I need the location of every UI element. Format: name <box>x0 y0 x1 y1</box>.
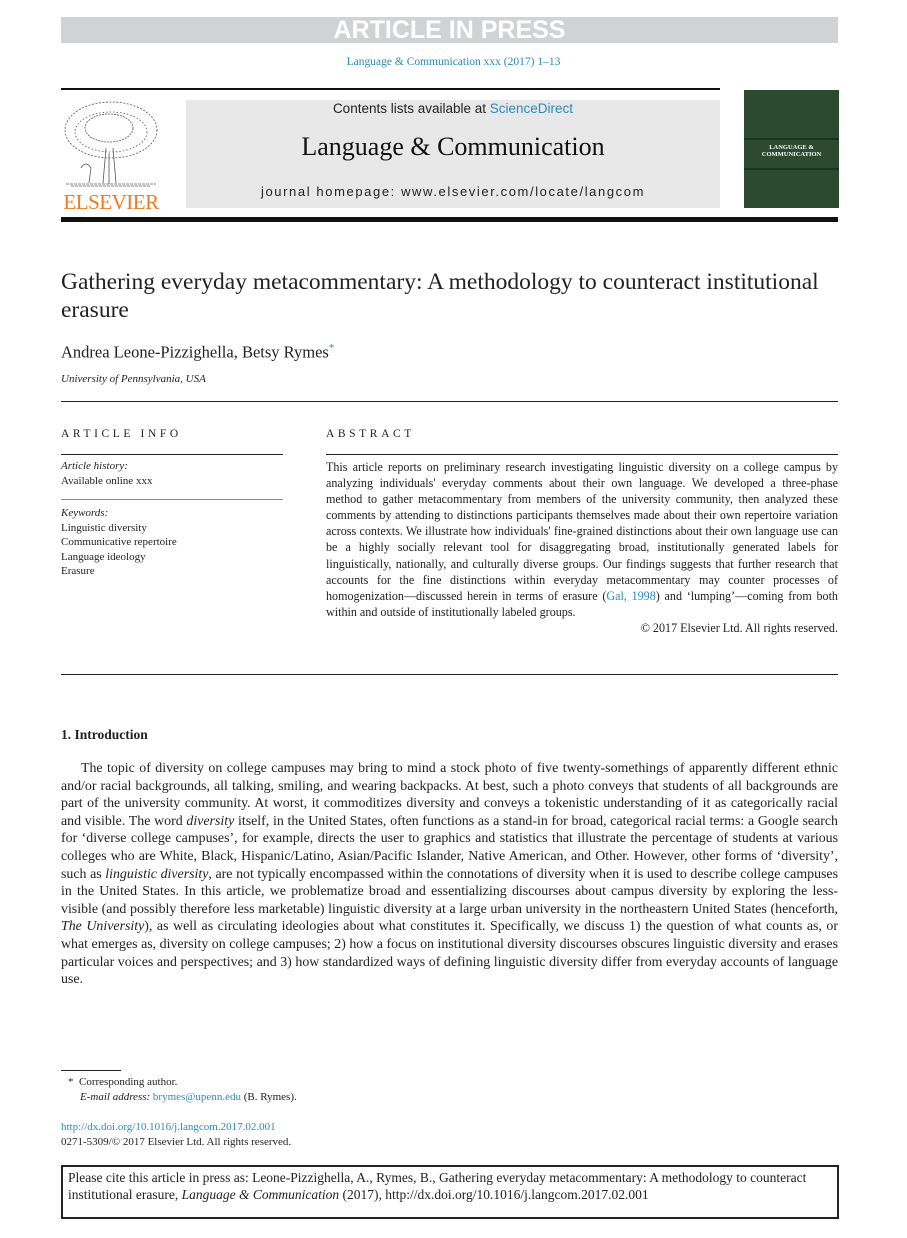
journal-cover-image: LANGUAGE & COMMUNICATION <box>744 90 839 208</box>
authors: Andrea Leone-Pizzighella, Betsy Rymes* <box>61 342 334 363</box>
doi-block: http://dx.doi.org/10.1016/j.langcom.2017… <box>61 1120 291 1150</box>
contents-line: Contents lists available at ScienceDirec… <box>186 101 720 116</box>
email-suffix: (B. Rymes). <box>243 1091 297 1103</box>
article-in-press-banner: ARTICLE IN PRESS <box>61 17 838 44</box>
divider <box>326 454 838 455</box>
email-link[interactable]: brymes@upenn.edu <box>153 1091 241 1103</box>
header-divider <box>61 217 838 222</box>
emphasis: diversity <box>186 813 235 829</box>
footnote: * Corresponding author. E-mail address: … <box>68 1075 297 1105</box>
author-names: Andrea Leone-Pizzighella, Betsy Rymes <box>61 342 329 362</box>
issn-copyright: 0271-5309/© 2017 Elsevier Ltd. All right… <box>61 1136 292 1148</box>
affiliation: University of Pennsylvania, USA <box>61 373 206 385</box>
keywords: Keywords: Linguistic diversity Communica… <box>61 506 177 579</box>
email-label: E-mail address: <box>80 1091 151 1103</box>
doi-link[interactable]: http://dx.doi.org/10.1016/j.langcom.2017… <box>61 1121 276 1133</box>
cite-this-article-box: Please cite this article in press as: Le… <box>61 1165 839 1219</box>
cite-journal: Language & Communication <box>181 1187 340 1202</box>
divider <box>61 454 283 455</box>
body-text: ), as well as circulating ideologies abo… <box>61 919 838 988</box>
keywords-label: Keywords: <box>61 507 109 519</box>
contents-prefix: Contents lists available at <box>332 101 490 116</box>
keyword: Linguistic diversity <box>61 521 147 534</box>
copyright: © 2017 Elsevier Ltd. All rights reserved… <box>640 620 838 635</box>
article-title: Gathering everyday metacommentary: A met… <box>61 269 819 323</box>
divider <box>61 401 838 402</box>
journal-citation-link[interactable]: Language & Communication xxx (2017) 1–13 <box>0 56 907 68</box>
emphasis: The University <box>61 919 145 935</box>
corresponding-author-mark[interactable]: * <box>329 342 335 354</box>
divider <box>61 499 283 500</box>
cover-title: LANGUAGE & COMMUNICATION <box>761 144 822 158</box>
gal-1998-citation-link[interactable]: Gal, 1998 <box>606 589 655 603</box>
divider <box>61 88 720 90</box>
corresponding-author-note: Corresponding author. <box>79 1076 178 1088</box>
abstract-text: This article reports on preliminary rese… <box>326 460 838 603</box>
journal-name: Language & Communication <box>301 132 605 161</box>
footnote-divider <box>61 1070 121 1071</box>
article-history: Article history: Available online xxx <box>61 459 152 488</box>
emphasis: linguistic diversity <box>105 866 209 882</box>
sciencedirect-link[interactable]: ScienceDirect <box>490 101 573 116</box>
keyword: Communicative repertoire <box>61 536 177 548</box>
journal-homepage[interactable]: journal homepage: www.elsevier.com/locat… <box>186 184 720 199</box>
footnote-mark: * <box>68 1076 74 1088</box>
history-value: Available online xxx <box>61 474 153 487</box>
abstract-heading: ABSTRACT <box>326 428 415 440</box>
elsevier-logo-text: ELSEVIER <box>63 190 159 214</box>
cite-text: (2017), http://dx.doi.org/10.1016/j.lang… <box>339 1187 649 1202</box>
history-label: Article history: <box>61 460 128 472</box>
introduction-paragraph: The topic of diversity on college campus… <box>61 760 838 989</box>
keyword: Language ideology <box>61 550 146 563</box>
article-info-heading: ARTICLE INFO <box>61 428 182 440</box>
divider <box>61 674 838 675</box>
section-heading-introduction: 1. Introduction <box>61 727 148 742</box>
keyword: Erasure <box>61 565 95 577</box>
journal-masthead: Contents lists available at ScienceDirec… <box>186 100 720 208</box>
abstract: This article reports on preliminary rese… <box>326 459 838 636</box>
